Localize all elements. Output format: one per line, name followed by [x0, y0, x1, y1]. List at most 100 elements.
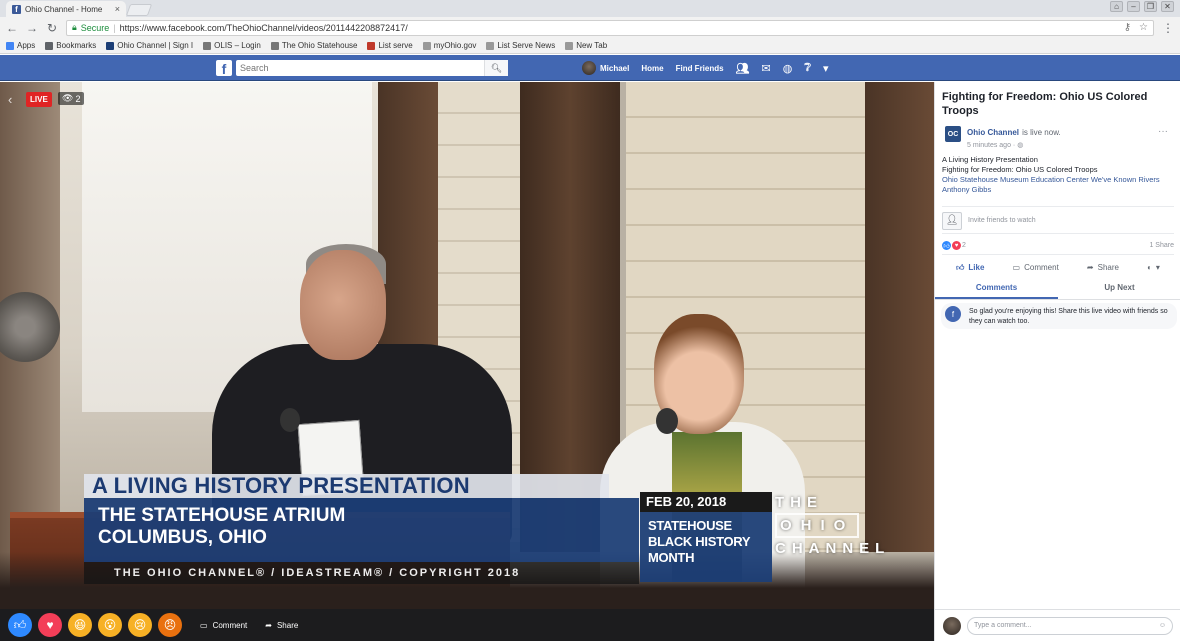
- share-notice: f So glad you're enjoying this! Share th…: [941, 303, 1177, 329]
- tab-up-next[interactable]: Up Next: [1058, 278, 1180, 299]
- comment-button[interactable]: ▭ Comment: [1013, 263, 1059, 272]
- facebook-page-icon: f: [945, 306, 961, 322]
- minimize-button[interactable]: –: [1127, 1, 1140, 12]
- restore-button[interactable]: ❐: [1144, 1, 1157, 12]
- avatar: [943, 616, 961, 635]
- invite-row: 👤︎ Invite friends to watch: [942, 206, 1174, 230]
- video-share-button[interactable]: ➦ Share: [265, 621, 298, 630]
- wow-reaction-icon[interactable]: 😮︎: [98, 613, 122, 637]
- notifications-globe-icon[interactable]: ◍: [783, 62, 793, 75]
- share-button[interactable]: ➦ Share: [1087, 263, 1119, 272]
- like-reaction-icon: 👍︎: [942, 241, 951, 250]
- bookmark-ohio-channel[interactable]: Ohio Channel | Sign I: [106, 41, 193, 50]
- tab-close-icon[interactable]: ×: [115, 4, 120, 14]
- browser-tab-bar: f Ohio Channel - Home × ⌂ – ❐ ✕: [0, 0, 1180, 17]
- comment-composer: Type a comment... ☺: [935, 609, 1180, 641]
- forward-arrow-icon[interactable]: →: [26, 21, 38, 35]
- love-reaction-icon[interactable]: ♥: [38, 613, 62, 637]
- invite-friends-icon[interactable]: 👤︎: [942, 211, 962, 230]
- logo-ohio: OHIO: [775, 513, 860, 538]
- profile-name: Michael: [600, 63, 630, 73]
- reload-icon[interactable]: ↻: [46, 21, 58, 35]
- reaction-count[interactable]: 2: [962, 242, 966, 249]
- comment-input[interactable]: Type a comment... ☺: [967, 616, 1173, 635]
- bookmark-myohio[interactable]: myOhio.gov: [422, 41, 476, 50]
- description-link[interactable]: Ohio Statehouse Museum Education Center …: [942, 175, 1174, 185]
- live-video-player[interactable]: ‹ LIVE 👁︎ 2 A LIVING HISTORY PRESENTATIO…: [0, 82, 934, 609]
- facebook-nav: Michael Home Find Friends 👥︎ ✉︎ ◍ ❔︎ ▾: [582, 60, 829, 76]
- browser-tab[interactable]: f Ohio Channel - Home ×: [6, 1, 126, 17]
- video-description: A Living History Presentation Fighting f…: [942, 155, 1174, 195]
- facebook-header: f 🔍︎ Michael Home Find Friends 👥︎ ✉︎ ◍ ❔…: [0, 55, 1180, 81]
- share-arrow-icon: ➦: [265, 620, 272, 630]
- angry-reaction-icon[interactable]: 😠︎: [158, 613, 182, 637]
- document-icon: [486, 41, 495, 50]
- bookmark-star-icon[interactable]: ☆: [1139, 22, 1148, 33]
- like-button[interactable]: 👍︎ Like: [956, 263, 984, 273]
- lower-third-event: STATEHOUSE BLACK HISTORY MONTH: [640, 512, 772, 582]
- share-count[interactable]: 1 Share: [1149, 242, 1174, 249]
- url-text[interactable]: https://www.facebook.com/TheOhioChannel/…: [120, 23, 1116, 33]
- document-icon: [565, 41, 574, 50]
- facebook-logo-icon[interactable]: f: [216, 60, 232, 76]
- bookmarks-bar: Apps Bookmarks Ohio Channel | Sign I OLI…: [0, 38, 1180, 54]
- react-as-selector[interactable]: ◐ ▾: [1147, 263, 1160, 272]
- event-line-3: MONTH: [648, 550, 695, 565]
- search-icon[interactable]: 🔍︎: [484, 60, 508, 76]
- profile-link[interactable]: Michael: [582, 61, 629, 75]
- reaction-summary: 👍︎ ♥ 2 1 Share: [942, 233, 1174, 251]
- back-arrow-icon[interactable]: ←: [6, 21, 18, 35]
- search-input[interactable]: [240, 63, 484, 73]
- new-tab-button[interactable]: [125, 4, 153, 16]
- facebook-search: 🔍︎: [236, 60, 508, 76]
- ohio-channel-avatar[interactable]: OC: [945, 126, 961, 142]
- bookmark-apps[interactable]: Apps: [6, 41, 35, 50]
- event-line-1: STATEHOUSE: [648, 518, 732, 533]
- document-icon: [422, 41, 431, 50]
- chevron-down-icon: ▾: [1155, 263, 1160, 272]
- comment-icon: ▭: [200, 620, 208, 630]
- love-reaction-icon: ♥: [952, 241, 961, 250]
- page-name-link[interactable]: Ohio Channel: [967, 128, 1019, 137]
- haha-reaction-icon[interactable]: 😆︎: [68, 613, 92, 637]
- nav-find-friends[interactable]: Find Friends: [676, 64, 724, 73]
- description-link-2[interactable]: Anthony Gibbs: [942, 185, 1174, 195]
- more-options-icon[interactable]: ···: [1158, 126, 1168, 137]
- account-menu-chevron-icon[interactable]: ▾: [823, 62, 829, 75]
- profile-window-icon[interactable]: ⌂: [1110, 1, 1123, 12]
- bookmark-olis[interactable]: OLIS – Login: [203, 41, 261, 50]
- sidebar-tabs: Comments Up Next: [935, 278, 1180, 300]
- video-comment-button[interactable]: ▭ Comment: [200, 621, 247, 630]
- help-icon[interactable]: ❔︎: [804, 62, 811, 75]
- key-icon[interactable]: ⚷: [1124, 22, 1131, 33]
- back-arrow-icon[interactable]: ‹: [8, 92, 12, 107]
- bookmark-bookmarks[interactable]: Bookmarks: [45, 41, 96, 50]
- bookmark-list-serve[interactable]: List serve: [367, 41, 413, 50]
- messages-icon[interactable]: ✉︎: [762, 62, 771, 75]
- chrome-menu-icon[interactable]: ⋮: [1162, 21, 1174, 35]
- emoji-icon[interactable]: ☺: [1159, 622, 1166, 629]
- avatar: ◐: [1147, 263, 1152, 272]
- flag-favicon-icon: [367, 41, 376, 50]
- avatar: [582, 61, 596, 75]
- bookmark-statehouse[interactable]: The Ohio Statehouse: [270, 41, 357, 50]
- sad-reaction-icon[interactable]: 😢︎: [128, 613, 152, 637]
- tab-comments[interactable]: Comments: [935, 278, 1058, 299]
- like-reaction-icon[interactable]: 👍︎: [8, 613, 32, 637]
- viewer-count-value: 2: [75, 93, 81, 104]
- tab-title: Ohio Channel - Home: [25, 4, 103, 14]
- location-line-2: COLUMBUS, OHIO: [98, 527, 267, 548]
- post-time: 5 minutes ago · ◍: [967, 142, 1024, 149]
- video-sidebar: Fighting for Freedom: Ohio US Colored Tr…: [934, 82, 1180, 641]
- nav-home[interactable]: Home: [641, 64, 663, 73]
- bookmark-list-serve-news[interactable]: List Serve News: [486, 41, 555, 50]
- facebook-favicon-icon: f: [12, 4, 21, 14]
- lower-third-credits: THE OHIO CHANNEL® / IDEASTREAM® / COPYRI…: [84, 562, 639, 584]
- address-bar[interactable]: 🔒︎ Secure | https://www.facebook.com/The…: [66, 19, 1154, 36]
- invite-label[interactable]: Invite friends to watch: [968, 217, 1036, 224]
- friend-requests-icon[interactable]: 👥︎: [736, 62, 750, 75]
- bookmark-new-tab[interactable]: New Tab: [565, 41, 607, 50]
- thumbs-up-icon: 👍︎: [956, 262, 965, 272]
- close-window-button[interactable]: ✕: [1161, 1, 1174, 12]
- apps-grid-icon: [6, 41, 14, 50]
